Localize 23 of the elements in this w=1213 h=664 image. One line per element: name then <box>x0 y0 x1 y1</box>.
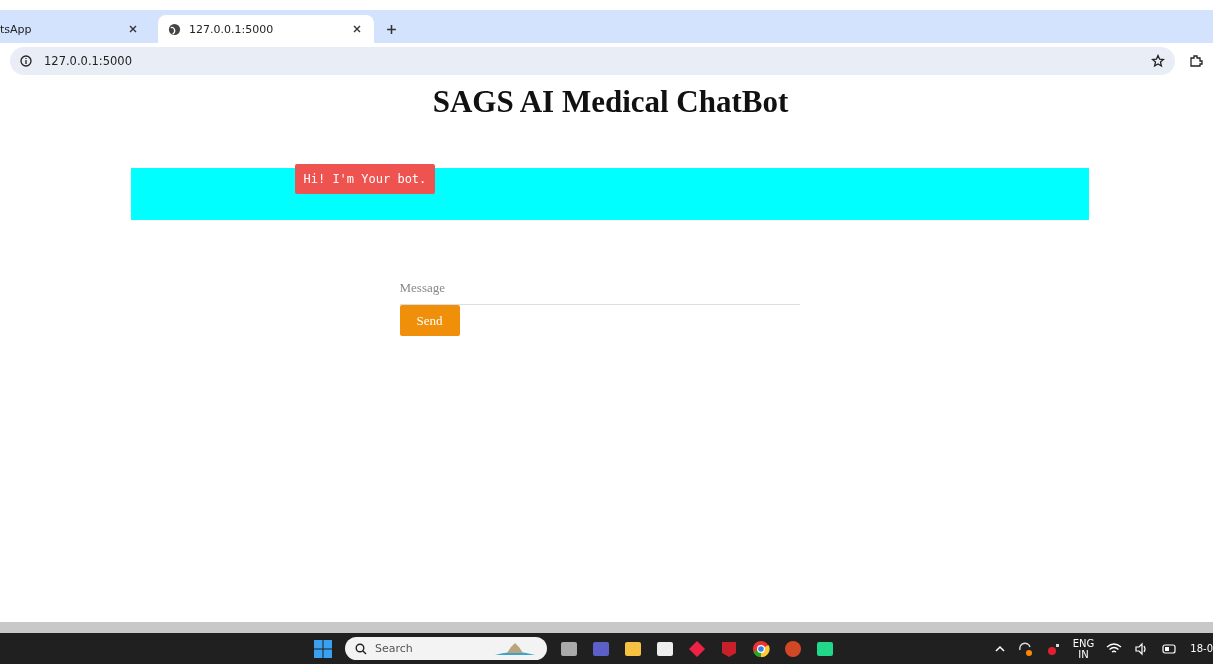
windows-icon[interactable] <box>313 638 333 659</box>
browser-tab[interactable]: tsApp <box>0 15 150 43</box>
diamond-icon[interactable] <box>687 638 707 659</box>
star-icon[interactable] <box>1151 53 1165 68</box>
info-icon <box>20 54 32 67</box>
close-icon[interactable] <box>128 24 138 34</box>
browser-tab[interactable]: 127.0.0.1:5000 <box>158 15 374 43</box>
new-tab-icon[interactable] <box>386 24 397 35</box>
chevron-up-icon[interactable] <box>994 644 1005 653</box>
battery-icon[interactable] <box>1162 643 1179 654</box>
page-title: SAGS AI Medical ChatBot <box>432 84 789 120</box>
scroll-bar[interactable] <box>0 622 1213 633</box>
close-icon[interactable] <box>352 24 362 34</box>
search-icon <box>355 642 367 655</box>
bot-message: Hi! I'm Your bot. <box>294 164 436 194</box>
address-bar[interactable]: 127.0.0.1:5000 <box>10 46 1175 75</box>
taskbar-search[interactable]: Search <box>345 637 547 660</box>
chrome-icon[interactable] <box>751 638 771 659</box>
globe-icon <box>168 22 181 36</box>
clock-text[interactable]: 18-0 <box>1190 643 1213 654</box>
puzzle-icon[interactable] <box>1189 53 1203 68</box>
sync-icon[interactable] <box>1016 640 1033 657</box>
language-indicator[interactable]: ENG IN <box>1072 637 1095 660</box>
